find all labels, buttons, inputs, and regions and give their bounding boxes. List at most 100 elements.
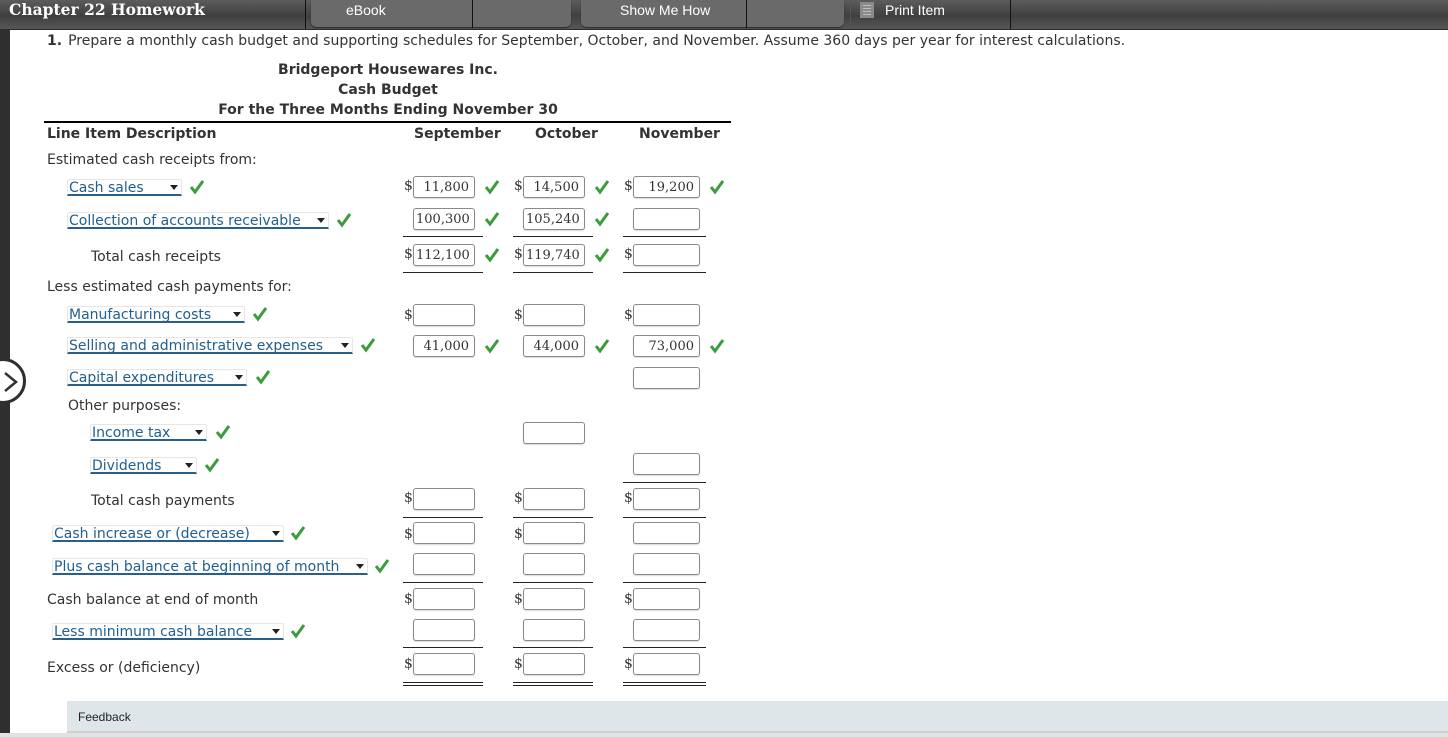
question-text: 1. Prepare a monthly cash budget and supp… (47, 33, 1125, 49)
beginning-balance-october-input[interactable] (523, 553, 585, 575)
excess-november-input[interactable] (633, 653, 700, 675)
currency-sign: $ (404, 656, 413, 672)
tab-show-me-how-label: Show Me How (620, 2, 711, 18)
question-body: Prepare a monthly cash budget and suppor… (68, 33, 1126, 49)
toolbar-divider (305, 0, 306, 29)
income-tax-october-input[interactable] (523, 422, 585, 444)
minimum-balance-september-input[interactable] (413, 619, 475, 641)
statement-title: Cash Budget (338, 82, 438, 98)
check-icon (484, 248, 500, 263)
chevron-down-icon (272, 629, 280, 634)
check-icon (709, 339, 725, 354)
heading-rule (44, 121, 731, 123)
currency-sign: $ (514, 307, 523, 323)
bottom-edge (0, 733, 1448, 737)
total-receipts-november-input[interactable] (633, 244, 700, 266)
currency-sign: $ (404, 490, 413, 506)
cash-sales-october-input[interactable] (523, 176, 585, 198)
feedback-label: Feedback (78, 710, 131, 724)
check-icon (290, 624, 306, 639)
excess-september-input[interactable] (413, 653, 475, 675)
assignment-title: Chapter 22 Homework (9, 0, 205, 19)
feedback-panel: Feedback (67, 701, 1448, 733)
currency-sign: $ (624, 307, 633, 323)
end-balance-september-input[interactable] (413, 588, 475, 610)
minimum-balance-october-input[interactable] (523, 619, 585, 641)
capital-expenditures-dropdown[interactable]: Capital expenditures (67, 369, 247, 386)
collections-dropdown[interactable]: Collection of accounts receivable (67, 212, 329, 229)
income-tax-dropdown[interactable]: Income tax (90, 424, 207, 441)
collections-october-input[interactable] (523, 208, 585, 230)
check-icon (594, 248, 610, 263)
other-purposes-label: Other purposes: (68, 398, 182, 414)
total-receipts-september-input[interactable] (413, 244, 475, 266)
selling-admin-october-input[interactable] (523, 335, 585, 357)
total-rule (403, 272, 483, 273)
selling-admin-september-input[interactable] (413, 335, 475, 357)
check-icon (484, 212, 500, 227)
chevron-down-icon (195, 430, 203, 435)
check-icon (252, 307, 268, 322)
currency-sign: $ (404, 246, 413, 262)
collections-september-input[interactable] (413, 208, 475, 230)
total-payments-september-input[interactable] (413, 488, 475, 510)
column-header-october: October (535, 126, 598, 142)
minimum-balance-november-input[interactable] (633, 619, 700, 641)
toolbar-divider (1010, 0, 1011, 29)
check-icon (594, 212, 610, 227)
cash-change-dropdown[interactable]: Cash increase or (decrease) (52, 525, 284, 542)
cash-change-november-input[interactable] (633, 522, 700, 544)
cash-change-september-input[interactable] (413, 522, 475, 544)
manufacturing-november-input[interactable] (633, 304, 700, 326)
total-payments-october-input[interactable] (523, 488, 585, 510)
column-header-september: September (414, 126, 501, 142)
dropdown-value: Plus cash balance at beginning of month (54, 559, 340, 575)
manufacturing-costs-dropdown[interactable]: Manufacturing costs (67, 306, 245, 323)
tab-show-me-how[interactable]: Show Me How (581, 0, 844, 28)
tab-ebook[interactable]: eBook (311, 0, 571, 28)
subtotal-rule (623, 647, 706, 648)
total-receipts-october-input[interactable] (523, 244, 585, 266)
chevron-down-icon (235, 375, 243, 380)
end-balance-october-input[interactable] (523, 588, 585, 610)
cash-sales-september-input[interactable] (413, 176, 475, 198)
dividends-dropdown[interactable]: Dividends (90, 457, 197, 474)
column-header-november: November (639, 126, 720, 142)
check-icon (204, 458, 220, 473)
cash-change-october-input[interactable] (523, 522, 585, 544)
currency-sign: $ (404, 307, 413, 323)
collections-november-input[interactable] (633, 208, 700, 230)
dividends-november-input[interactable] (633, 453, 700, 475)
beginning-balance-november-input[interactable] (633, 553, 700, 575)
total-payments-label: Total cash payments (91, 493, 235, 509)
total-payments-november-input[interactable] (633, 488, 700, 510)
grand-total-rule (623, 682, 706, 686)
chevron-down-icon (317, 218, 325, 223)
manufacturing-september-input[interactable] (413, 304, 475, 326)
expand-panel-button[interactable] (0, 358, 26, 404)
selling-admin-dropdown[interactable]: Selling and administrative expenses (67, 337, 353, 354)
beginning-balance-september-input[interactable] (413, 553, 475, 575)
total-rule (513, 272, 593, 273)
cash-sales-november-input[interactable] (633, 176, 700, 198)
end-balance-november-input[interactable] (633, 588, 700, 610)
capital-expenditures-november-input[interactable] (633, 367, 700, 389)
chevron-down-icon (356, 564, 364, 569)
dropdown-value: Dividends (92, 458, 162, 474)
subtotal-rule (403, 647, 483, 648)
minimum-cash-balance-dropdown[interactable]: Less minimum cash balance (52, 623, 284, 640)
excess-october-input[interactable] (523, 653, 585, 675)
manufacturing-october-input[interactable] (523, 304, 585, 326)
total-rule (623, 272, 706, 273)
beginning-balance-dropdown[interactable]: Plus cash balance at beginning of month (52, 558, 368, 575)
top-toolbar: Chapter 22 Homework eBook Show Me How Pr… (0, 0, 1448, 30)
check-icon (336, 213, 352, 228)
check-icon (255, 370, 271, 385)
chevron-down-icon (170, 185, 178, 190)
cash-sales-dropdown[interactable]: Cash sales (67, 179, 182, 196)
total-rule (513, 517, 593, 518)
check-icon (360, 338, 376, 353)
selling-admin-november-input[interactable] (633, 335, 700, 357)
currency-sign: $ (514, 526, 523, 542)
excess-label: Excess or (deficiency) (47, 660, 201, 676)
